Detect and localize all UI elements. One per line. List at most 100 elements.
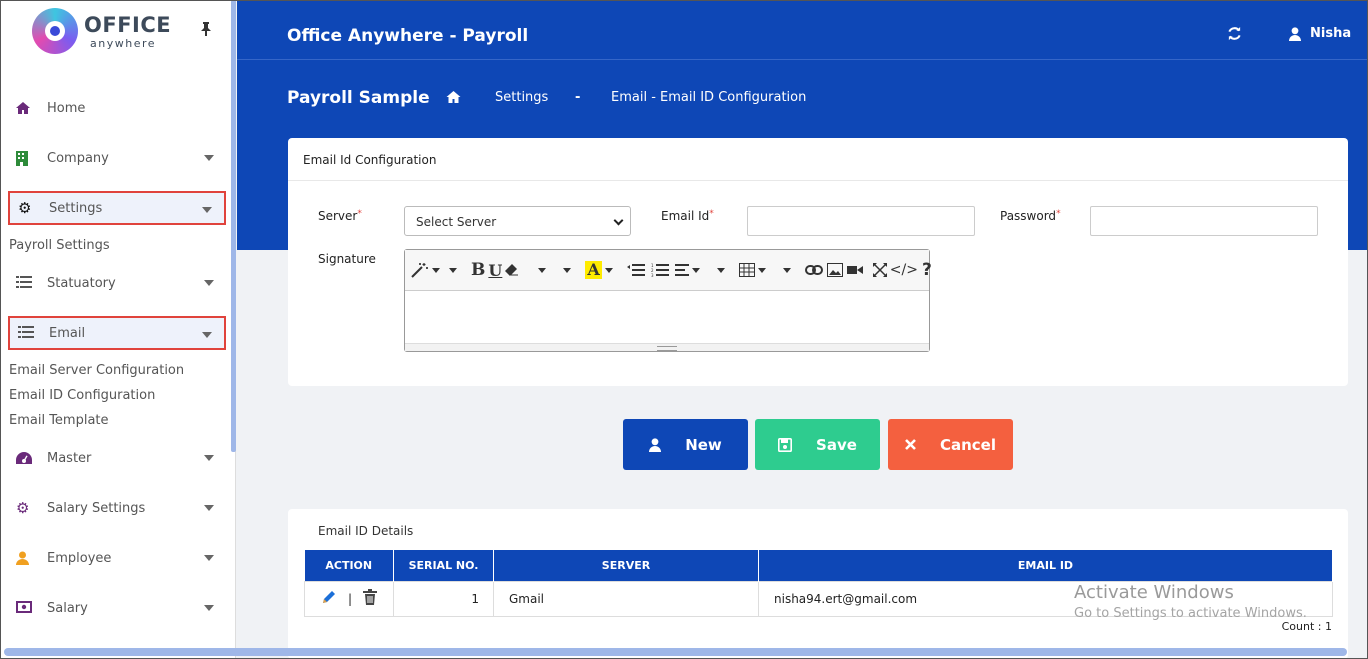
column-header-action[interactable]: ACTION xyxy=(304,550,394,581)
help-icon[interactable]: ? xyxy=(922,260,932,280)
sidebar-item-label: Settings xyxy=(49,200,103,216)
list-icon xyxy=(18,326,34,340)
user-icon[interactable] xyxy=(1289,26,1301,45)
sidebar-item-home[interactable]: Home xyxy=(8,91,226,125)
email-id-label: Email Id* xyxy=(661,209,714,223)
chevron-down-icon xyxy=(202,332,212,338)
top-bar: Office Anywhere - Payroll Nisha xyxy=(237,0,1368,60)
person-icon xyxy=(16,551,30,565)
eraser-icon[interactable] xyxy=(505,261,519,279)
resize-handle[interactable] xyxy=(405,343,929,351)
insert-dropdown[interactable] xyxy=(780,261,799,279)
sidebar-item-salary[interactable]: Salary xyxy=(8,591,226,625)
link-icon[interactable] xyxy=(804,261,823,279)
font-size-dropdown[interactable] xyxy=(560,261,579,279)
table-icon[interactable] xyxy=(738,261,774,279)
sidebar-item-company[interactable]: Company xyxy=(8,141,226,175)
line-height-dropdown[interactable] xyxy=(714,261,733,279)
code-view-icon[interactable]: </> xyxy=(890,261,918,279)
sidebar-subitem-payroll-settings[interactable]: Payroll Settings xyxy=(9,238,110,253)
chevron-down-icon xyxy=(204,280,214,286)
sidebar-item-email[interactable]: Email xyxy=(8,316,226,350)
sidebar-item-settings[interactable]: ⚙ Settings xyxy=(8,191,226,225)
sidebar-scrollbar[interactable] xyxy=(231,0,236,452)
sidebar: OFFICE anywhere Home Company ⚙ Settings … xyxy=(0,0,236,659)
bold-icon[interactable]: B xyxy=(471,260,485,280)
gear-icon: ⚙ xyxy=(16,499,30,517)
logo-mark xyxy=(32,8,78,54)
server-label: Server* xyxy=(318,209,362,223)
align-icon[interactable] xyxy=(674,261,708,279)
pin-icon[interactable] xyxy=(200,22,212,40)
breadcrumb-current: Email - Email ID Configuration xyxy=(611,90,807,105)
user-name[interactable]: Nisha xyxy=(1310,26,1351,41)
money-icon xyxy=(16,601,32,615)
server-select[interactable]: Select Server xyxy=(404,206,631,236)
column-header-server[interactable]: SERVER xyxy=(493,550,759,581)
home-icon xyxy=(16,101,30,115)
logo-sub: anywhere xyxy=(90,37,157,50)
refresh-icon[interactable] xyxy=(1227,26,1242,45)
logo-word: OFFICE xyxy=(84,13,172,37)
sidebar-item-label: Home xyxy=(47,100,86,116)
text-color-icon[interactable]: A xyxy=(585,261,620,279)
column-header-email[interactable]: EMAIL ID xyxy=(758,550,1333,581)
new-button-label: New xyxy=(685,435,722,454)
edit-icon[interactable] xyxy=(321,589,337,608)
user-icon xyxy=(649,437,662,452)
sidebar-item-master[interactable]: Master xyxy=(8,441,226,475)
chevron-down-icon xyxy=(613,215,624,226)
video-icon[interactable] xyxy=(846,261,863,279)
sidebar-subitem-email-template[interactable]: Email Template xyxy=(9,413,109,428)
details-title: Email ID Details xyxy=(318,524,414,538)
breadcrumb-separator: - xyxy=(575,90,581,105)
sidebar-item-label: Employee xyxy=(47,550,112,566)
sidebar-subitem-email-server[interactable]: Email Server Configuration xyxy=(9,363,184,378)
bullet-list-icon[interactable] xyxy=(626,261,645,279)
sidebar-item-salary-settings[interactable]: ⚙ Salary Settings xyxy=(8,491,226,525)
sidebar-item-label: Salary xyxy=(47,600,88,616)
record-count: Count : 1 xyxy=(1281,620,1332,633)
signature-editor-area[interactable] xyxy=(405,291,929,343)
card-title: Email Id Configuration xyxy=(288,138,1348,181)
save-button[interactable]: Save xyxy=(755,419,880,470)
home-icon[interactable] xyxy=(446,89,461,108)
email-config-card: Email Id Configuration Server* Select Se… xyxy=(288,138,1348,386)
action-cell: | xyxy=(304,580,394,617)
fullscreen-icon[interactable] xyxy=(872,261,887,279)
svg-text:3: 3 xyxy=(651,273,654,277)
style-dropdown[interactable] xyxy=(446,261,465,279)
font-dropdown[interactable] xyxy=(535,261,554,279)
email-id-input[interactable] xyxy=(747,206,975,236)
image-icon[interactable] xyxy=(826,261,843,279)
delete-icon[interactable] xyxy=(362,589,377,608)
underline-icon[interactable]: U xyxy=(488,261,502,280)
horizontal-scrollbar[interactable] xyxy=(4,648,1347,656)
new-button[interactable]: New xyxy=(623,419,748,470)
sidebar-subitem-email-id[interactable]: Email ID Configuration xyxy=(9,388,155,403)
app-title: Office Anywhere - Payroll xyxy=(287,26,529,46)
chevron-down-icon xyxy=(204,605,214,611)
magic-wand-icon[interactable] xyxy=(411,261,440,279)
building-icon xyxy=(16,151,30,166)
chevron-down-icon xyxy=(202,207,212,213)
list-icon xyxy=(16,276,32,290)
serial-cell: 1 xyxy=(393,580,494,617)
save-icon xyxy=(778,437,793,452)
sidebar-item-employee[interactable]: Employee xyxy=(8,541,226,575)
cancel-button[interactable]: Cancel xyxy=(888,419,1013,470)
sidebar-item-label: Master xyxy=(47,450,92,466)
activate-windows-title: Activate Windows xyxy=(1074,582,1234,603)
chevron-down-icon xyxy=(204,555,214,561)
column-header-serial[interactable]: SERIAL NO. xyxy=(393,550,494,581)
password-input[interactable] xyxy=(1090,206,1318,236)
cancel-button-label: Cancel xyxy=(939,435,996,454)
dashboard-icon xyxy=(16,451,32,465)
sidebar-item-label: Statuatory xyxy=(47,275,116,291)
app-logo[interactable]: OFFICE anywhere xyxy=(32,8,172,54)
editor-toolbar: B U A 123 </> ? xyxy=(405,250,932,291)
breadcrumb-settings[interactable]: Settings xyxy=(495,90,548,105)
sidebar-item-statuatory[interactable]: Statuatory xyxy=(8,266,226,300)
numbered-list-icon[interactable]: 123 xyxy=(651,261,669,279)
sidebar-item-label: Salary Settings xyxy=(47,500,146,516)
